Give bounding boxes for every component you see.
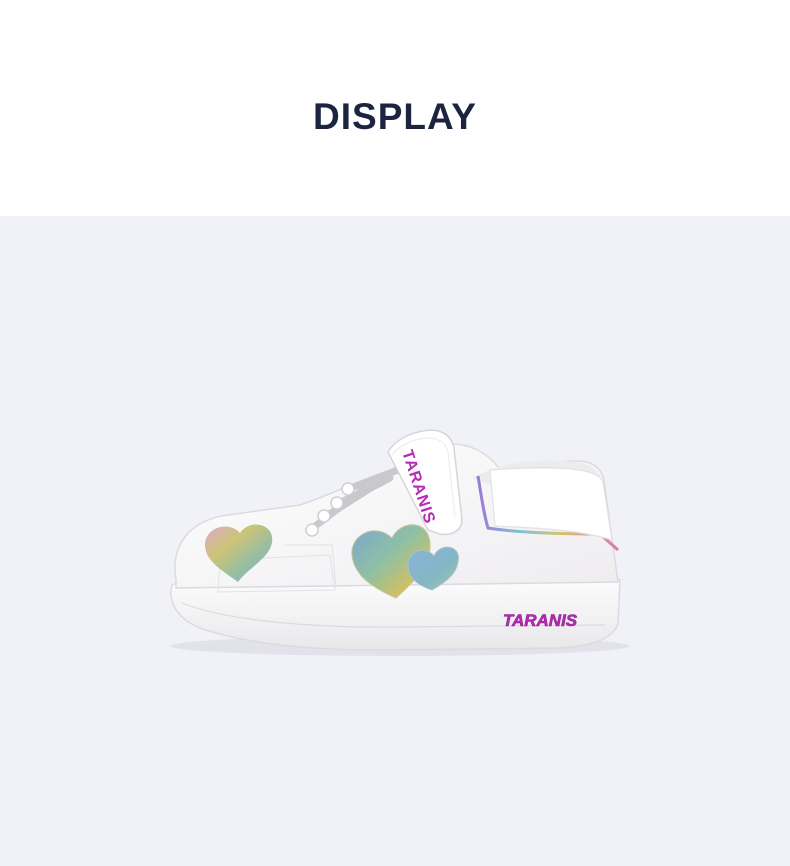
eyelet-2 — [317, 509, 331, 523]
sneaker-illustration: TARANIS TARANIS — [170, 429, 630, 656]
header-section: DISPLAY — [0, 0, 790, 216]
eyelet-3 — [330, 496, 344, 510]
sole-brand-logo: TARANIS — [503, 611, 578, 630]
page-title: DISPLAY — [313, 96, 477, 137]
eyelet-1 — [305, 523, 319, 537]
eyelet-4 — [341, 482, 355, 496]
product-display-area: TARANIS TARANIS — [0, 216, 790, 866]
